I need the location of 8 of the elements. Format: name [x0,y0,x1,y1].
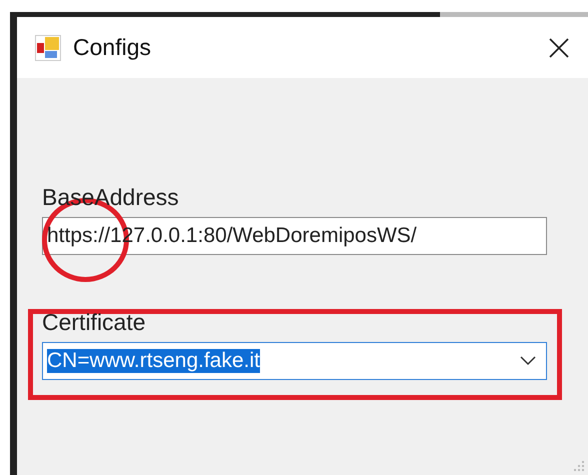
app-icon [35,34,61,60]
close-icon[interactable] [548,36,570,58]
window-title: Configs [73,34,152,61]
dropdown-field[interactable]: CN=www.rtseng.fake.it [42,342,547,380]
field-label: BaseAddress [42,183,179,211]
resize-grip-icon[interactable] [573,460,585,472]
chevron-down-icon[interactable] [520,356,536,366]
field-label: Certificate [42,308,146,336]
